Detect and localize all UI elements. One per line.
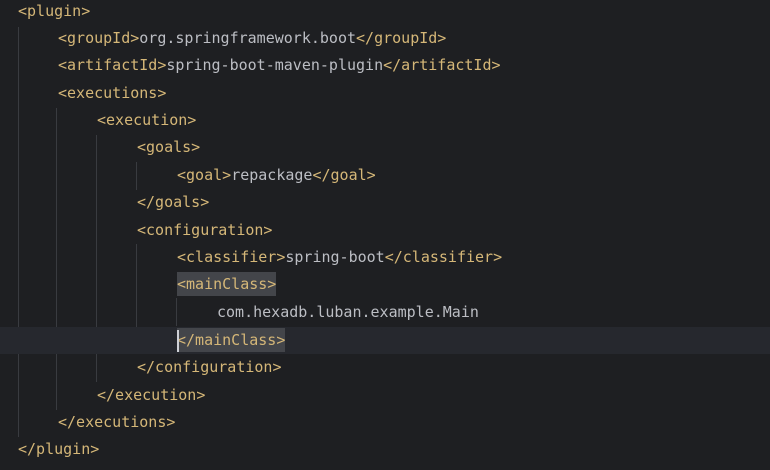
xml-open-tag: <goal> bbox=[177, 166, 232, 184]
xml-close-tag: </configuration> bbox=[137, 358, 282, 376]
xml-close-tag: </execution> bbox=[97, 386, 206, 404]
line-content: <configuration> bbox=[137, 217, 272, 244]
xml-close-tag: </plugin> bbox=[18, 440, 100, 458]
code-line[interactable]: </goals> bbox=[0, 189, 770, 216]
line-content: </configuration> bbox=[137, 354, 282, 381]
line-content: </execution> bbox=[97, 382, 205, 409]
xml-close-tag: </executions> bbox=[58, 413, 176, 431]
xml-open-tag: <classifier> bbox=[177, 248, 286, 266]
code-line[interactable]: </executions> bbox=[0, 409, 770, 436]
code-line[interactable]: <goals> bbox=[0, 134, 770, 161]
code-line[interactable]: <groupId>org.springframework.boot</group… bbox=[0, 25, 770, 52]
matched-open-tag: <mainClass> bbox=[177, 272, 277, 296]
line-content: <mainClass> bbox=[177, 271, 277, 298]
code-line[interactable]: </execution> bbox=[0, 382, 770, 409]
line-content: <classifier>spring-boot</classifier> bbox=[177, 244, 502, 271]
xml-close-tag: </goals> bbox=[137, 193, 210, 211]
line-content: <plugin> bbox=[18, 0, 90, 25]
code-line[interactable]: <artifactId>spring-boot-maven-plugin</ar… bbox=[0, 52, 770, 79]
code-editor[interactable]: <plugin> <groupId>org.springframework.bo… bbox=[0, 0, 770, 470]
code-line[interactable]: <execution> bbox=[0, 107, 770, 134]
code-line[interactable]: <configuration> bbox=[0, 217, 770, 244]
xml-open-tag: <executions> bbox=[58, 84, 167, 102]
xml-text: spring-boot-maven-plugin bbox=[166, 56, 384, 74]
line-content: </executions> bbox=[58, 409, 175, 436]
line-content: <goals> bbox=[137, 134, 200, 161]
xml-close-tag: </goal> bbox=[312, 166, 376, 184]
code-line[interactable]: <executions> bbox=[0, 80, 770, 107]
line-content: </plugin> bbox=[18, 436, 99, 463]
xml-text: org.springframework.boot bbox=[139, 29, 357, 47]
line-content: </goals> bbox=[137, 189, 209, 216]
current-code-line[interactable]: </mainClass> bbox=[0, 327, 770, 354]
code-line[interactable]: <plugin> bbox=[0, 0, 770, 25]
xml-text: repackage bbox=[231, 166, 313, 184]
xml-text: spring-boot bbox=[285, 248, 385, 266]
xml-close-tag: </classifier> bbox=[384, 248, 503, 266]
line-content: <execution> bbox=[97, 107, 196, 134]
xml-open-tag: <execution> bbox=[97, 111, 197, 129]
code-line[interactable]: com.hexadb.luban.example.Main bbox=[0, 299, 770, 326]
line-content: <executions> bbox=[58, 80, 166, 107]
xml-open-tag: <goals> bbox=[137, 138, 201, 156]
code-line[interactable]: <goal>repackage</goal> bbox=[0, 162, 770, 189]
xml-open-tag: <artifactId> bbox=[58, 56, 167, 74]
xml-open-tag: <configuration> bbox=[137, 221, 273, 239]
code-line[interactable]: </configuration> bbox=[0, 354, 770, 381]
line-content: <goal>repackage</goal> bbox=[177, 162, 376, 189]
line-content: <artifactId>spring-boot-maven-plugin</ar… bbox=[58, 52, 501, 79]
line-content: <groupId>org.springframework.boot</group… bbox=[58, 25, 446, 52]
xml-close-tag: </groupId> bbox=[356, 29, 447, 47]
xml-text: com.hexadb.luban.example.Main bbox=[217, 303, 479, 321]
line-content: com.hexadb.luban.example.Main bbox=[217, 299, 479, 326]
code-line[interactable]: <classifier>spring-boot</classifier> bbox=[0, 244, 770, 271]
code-line[interactable]: <mainClass> bbox=[0, 271, 770, 298]
code-line[interactable]: </plugin> bbox=[0, 436, 770, 463]
xml-open-tag: <plugin> bbox=[18, 2, 91, 20]
xml-open-tag: <groupId> bbox=[58, 29, 140, 47]
line-content: </mainClass> bbox=[177, 327, 286, 354]
text-caret bbox=[177, 330, 179, 352]
matched-close-tag: </mainClass> bbox=[177, 328, 286, 352]
xml-close-tag: </artifactId> bbox=[383, 56, 501, 74]
